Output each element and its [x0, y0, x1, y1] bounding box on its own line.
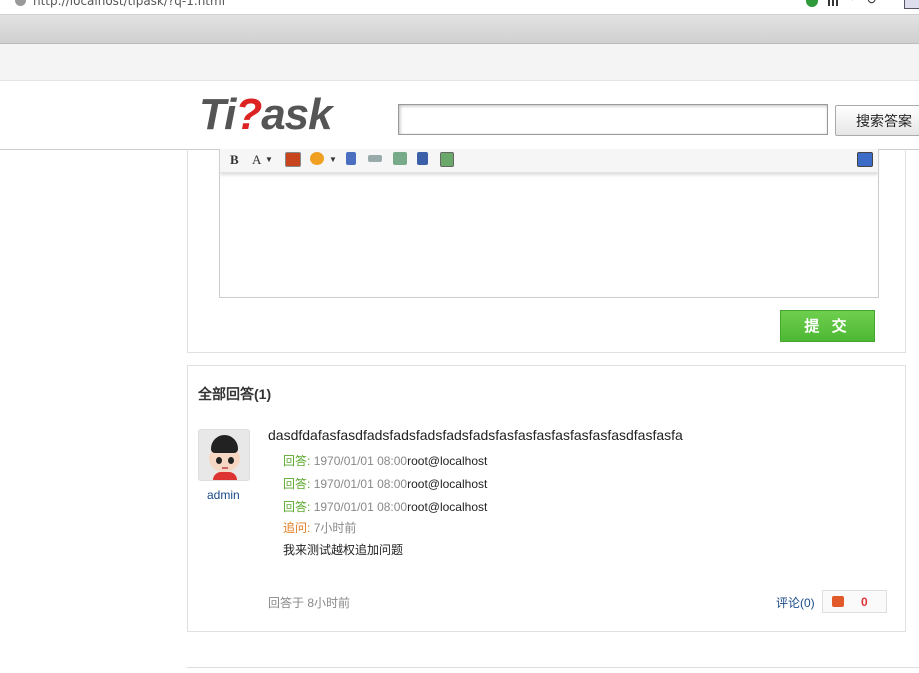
followup-line: 追问: 7小时前	[283, 519, 356, 536]
logo-text-mark: ?	[235, 90, 262, 139]
thumb-up-icon	[832, 596, 844, 607]
vote-count: 0	[861, 595, 868, 609]
answers-title: 全部回答(1)	[198, 386, 272, 402]
avatar[interactable]	[198, 429, 250, 481]
video-icon[interactable]	[417, 152, 428, 165]
qr-icon[interactable]	[828, 0, 840, 6]
browser-url-bar[interactable]: http://localhost/tipask/?q-1.html ▾ ↻	[0, 0, 919, 15]
search-button[interactable]: 搜索答案	[835, 105, 919, 136]
divider	[187, 667, 919, 668]
site-logo[interactable]: Ti?ask	[199, 90, 333, 140]
reply-time: 1970/01/01 08:00	[313, 454, 408, 468]
vote-button[interactable]: 0	[822, 590, 887, 613]
reply-line: 回答: 1970/01/01 08:00root@localhost	[283, 452, 487, 469]
search-input[interactable]	[398, 104, 828, 135]
font-color-button[interactable]: A	[252, 152, 261, 167]
bold-button[interactable]: B	[230, 152, 239, 167]
avatar-hair	[211, 435, 238, 453]
reload-icon[interactable]: ↻	[866, 0, 877, 8]
answer-username-link[interactable]: admin	[207, 488, 240, 502]
reply-time: 1970/01/01 08:00	[313, 500, 408, 514]
reply-user: root@localhost	[407, 500, 488, 514]
submit-button[interactable]: 提 交	[780, 310, 875, 342]
image-icon[interactable]	[285, 152, 301, 167]
logo-text-ti: Ti	[199, 90, 236, 139]
reply-time: 1970/01/01 08:00	[313, 477, 408, 491]
logo-text-ask: ask	[261, 90, 332, 139]
avatar-mouth	[222, 467, 228, 469]
followup-label: 追问:	[283, 521, 311, 535]
reply-label: 回答:	[283, 454, 311, 468]
followup-time: 7小时前	[313, 521, 357, 535]
link-icon[interactable]	[368, 155, 382, 162]
followup-text: 我来测试越权追加问题	[283, 543, 404, 557]
reply-line: 回答: 1970/01/01 08:00root@localhost	[283, 498, 487, 515]
shield-icon[interactable]	[806, 0, 818, 7]
reply-label: 回答:	[283, 477, 311, 491]
browser-toolbar	[0, 15, 919, 44]
top-nav-bar	[0, 44, 919, 81]
answer-text: dasdfdafasfasdfadsfadsfadsfadsfadsfasfas…	[268, 427, 683, 443]
fullscreen-icon[interactable]	[857, 152, 873, 167]
avatar-eye	[216, 457, 222, 464]
extension-icon[interactable]	[904, 0, 919, 9]
avatar-eye	[228, 457, 234, 464]
reply-line: 回答: 1970/01/01 08:00root@localhost	[283, 475, 487, 492]
code-icon[interactable]	[393, 152, 407, 165]
url-text[interactable]: http://localhost/tipask/?q-1.html	[33, 0, 225, 8]
reply-user: root@localhost	[407, 477, 488, 491]
globe-icon	[15, 0, 26, 6]
attachment-icon[interactable]	[346, 152, 356, 165]
reply-label: 回答:	[283, 500, 311, 514]
avatar-body	[213, 472, 237, 480]
comment-link[interactable]: 评论(0)	[776, 594, 815, 611]
answered-time: 回答于 8小时前	[268, 596, 351, 610]
reply-user: root@localhost	[407, 454, 488, 468]
chevron-down-icon[interactable]: ▼	[265, 152, 273, 167]
magic-icon[interactable]	[310, 152, 324, 165]
chevron-down-icon[interactable]: ▼	[329, 152, 337, 167]
chevron-down-icon[interactable]: ▾	[850, 0, 855, 4]
gallery-icon[interactable]	[440, 152, 454, 167]
